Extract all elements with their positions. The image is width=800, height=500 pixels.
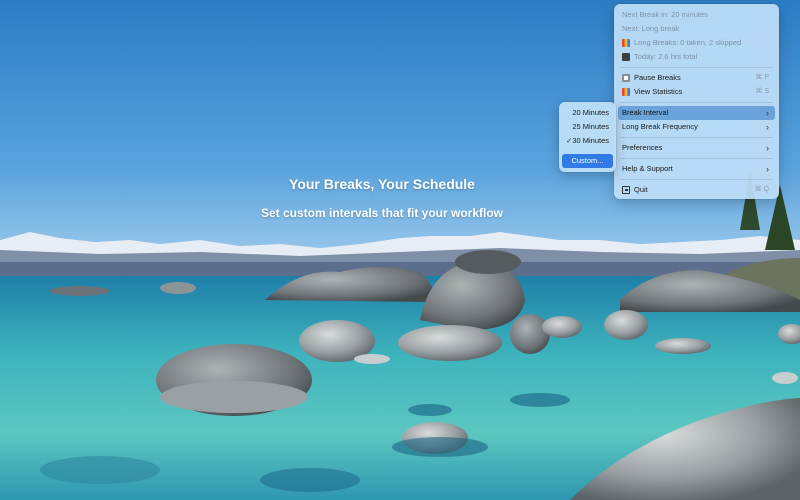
statistics-shortcut: ⌘ S [755, 88, 769, 95]
pause-breaks-menu-item[interactable]: Pause Breaks ⌘ P [618, 71, 775, 85]
pause-icon [622, 74, 630, 82]
checkmark-icon: ✓ [566, 136, 573, 145]
app-dropdown-menu: Next Break in: 20 minutes Next: Long bre… [614, 4, 779, 199]
menu-divider [620, 67, 773, 68]
quit-icon [622, 186, 630, 194]
long-break-frequency-menu-item[interactable]: Long Break Frequency › [618, 120, 775, 134]
interval-option-30[interactable]: ✓ 30 Minutes [562, 134, 613, 148]
bar-chart-icon [622, 88, 630, 96]
menu-divider [620, 158, 773, 159]
bar-chart-icon [622, 39, 630, 47]
quit-shortcut: ⌘ Q [754, 186, 769, 193]
quit-menu-item[interactable]: Quit ⌘ Q [618, 183, 775, 197]
break-interval-submenu: 20 Minutes 25 Minutes ✓ 30 Minutes Custo… [559, 102, 616, 172]
interval-option-20[interactable]: 20 Minutes [562, 106, 613, 120]
menu-divider [620, 137, 773, 138]
today-total-status: Today: 2.6 hrs total [618, 50, 775, 64]
break-interval-menu-item[interactable]: Break Interval › [618, 106, 775, 120]
view-statistics-menu-item[interactable]: View Statistics ⌘ S [618, 85, 775, 99]
chevron-right-icon: › [766, 108, 769, 118]
preferences-menu-item[interactable]: Preferences › [618, 141, 775, 155]
interval-option-25[interactable]: 25 Minutes [562, 120, 613, 134]
book-icon [622, 53, 630, 61]
hero-subtitle: Set custom intervals that fit your workf… [260, 206, 504, 220]
pause-shortcut: ⌘ P [755, 74, 769, 81]
menu-divider [620, 102, 773, 103]
next-break-status: Next Break in: 20 minutes [622, 10, 708, 19]
next-break-type-status: Next: Long break [622, 24, 680, 33]
chevron-right-icon: › [766, 164, 769, 174]
chevron-right-icon: › [766, 143, 769, 153]
help-support-menu-item[interactable]: Help & Support › [618, 162, 775, 176]
interval-option-custom[interactable]: Custom... [562, 154, 613, 168]
menu-divider [620, 179, 773, 180]
chevron-right-icon: › [766, 122, 769, 132]
long-breaks-status: Long Breaks: 0 taken, 2 skipped [618, 36, 775, 50]
